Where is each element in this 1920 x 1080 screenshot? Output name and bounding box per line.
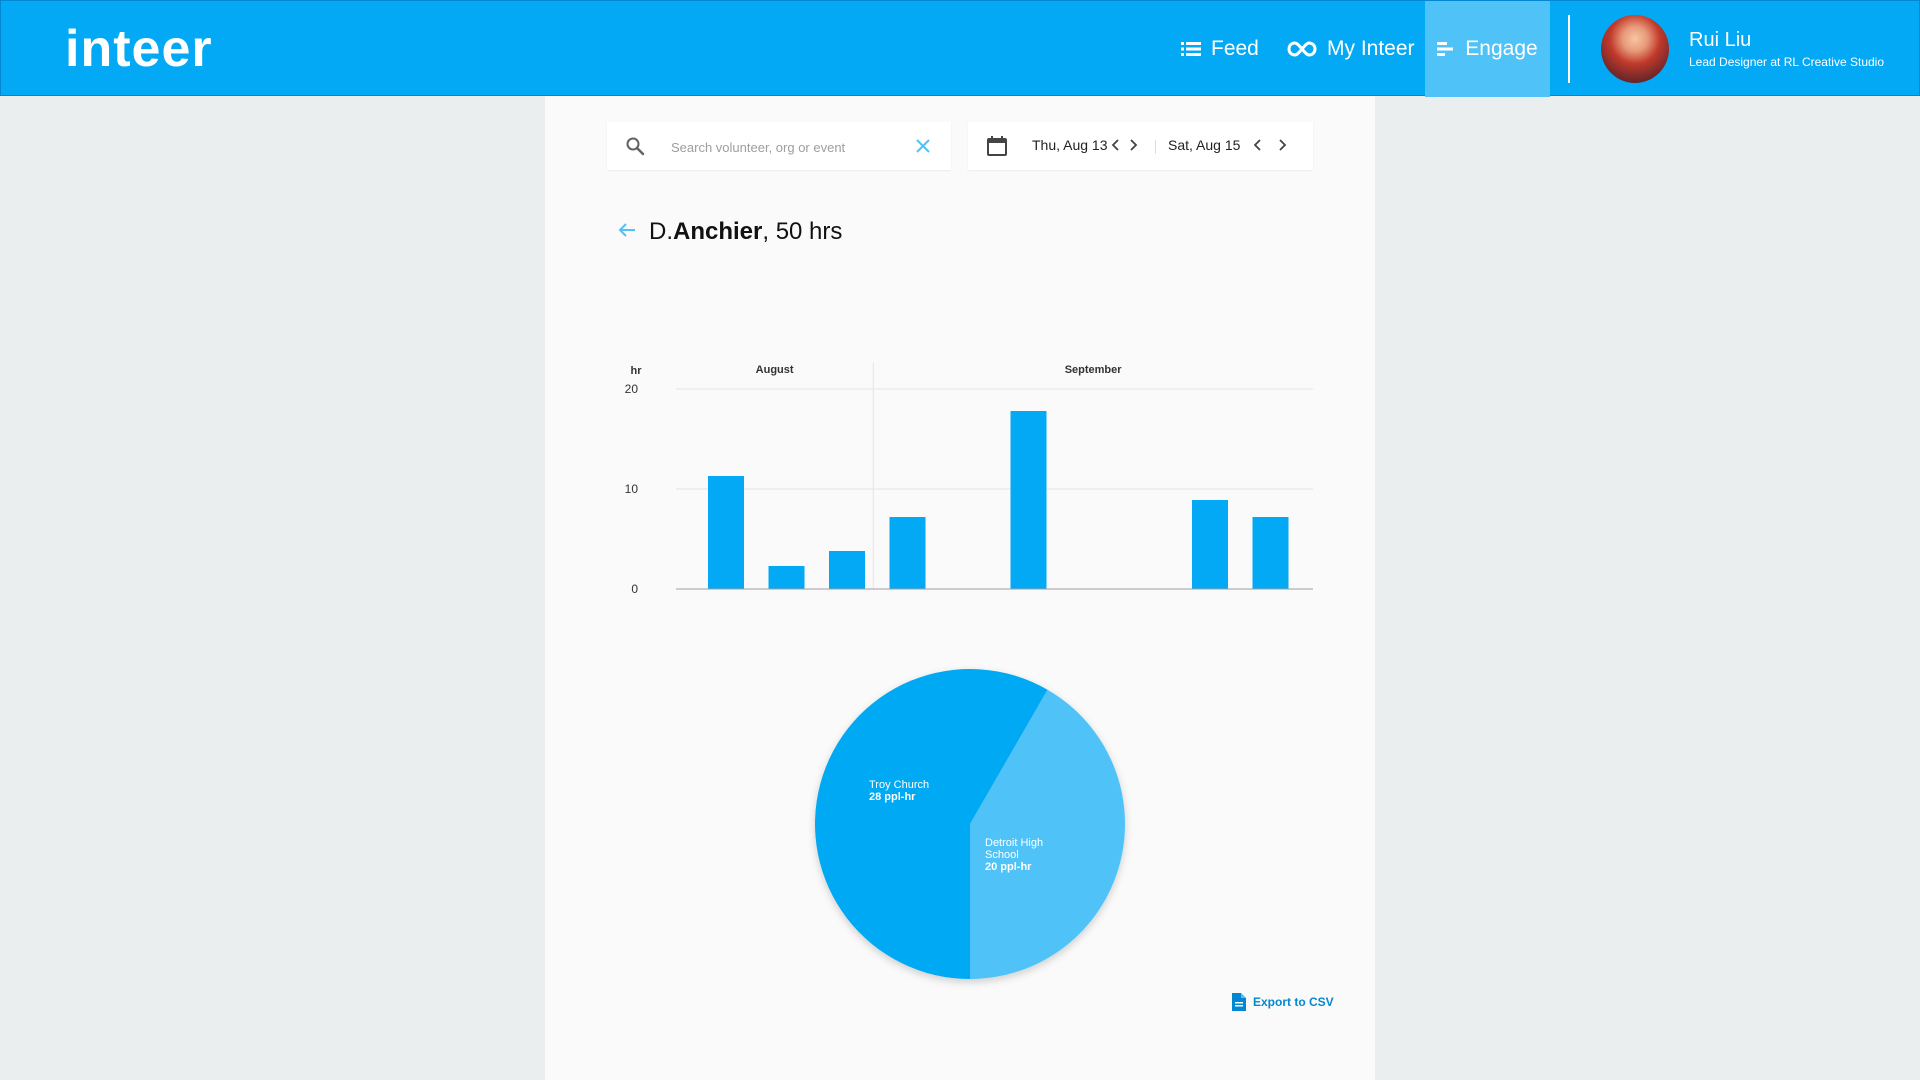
chevron-left-icon[interactable] (1252, 137, 1264, 153)
bars-icon (1437, 42, 1454, 56)
y-axis-label: hr (631, 365, 643, 377)
group-label: August (756, 364, 794, 376)
nav-feed-label: Feed (1211, 37, 1259, 60)
pie-value-label: 28 ppl-hr (869, 791, 916, 803)
y-tick-label: 0 (631, 582, 638, 596)
nav-my-inteer-label: My Inteer (1327, 37, 1415, 60)
document-icon (1232, 993, 1246, 1011)
date-range-picker: Thu, Aug 13 Sat, Aug 15 (968, 122, 1313, 170)
user-name[interactable]: Rui Liu (1689, 29, 1751, 52)
nav-feed[interactable]: Feed (1181, 1, 1259, 97)
nav-my-inteer[interactable]: My Inteer (1287, 1, 1415, 97)
page-title: D.Anchier, 50 hrs (649, 218, 842, 246)
user-title: Lead Designer at RL Creative Studio (1689, 55, 1884, 69)
pie-label: Detroit High (985, 837, 1043, 849)
export-csv-button[interactable]: Export to CSV (1231, 992, 1334, 1012)
pie-label: Troy Church (869, 779, 929, 791)
bar (1010, 411, 1047, 589)
nav-engage-label: Engage (1465, 37, 1538, 60)
nav-divider (1568, 15, 1570, 83)
chevron-right-icon[interactable] (1276, 137, 1288, 153)
calendar-icon[interactable] (986, 135, 1008, 157)
nav-engage[interactable]: Engage (1425, 1, 1550, 97)
pie-label: School (985, 849, 1019, 861)
list-icon (1181, 42, 1201, 56)
bar (829, 551, 865, 589)
y-tick-label: 20 (625, 382, 639, 396)
pie-value-label: 20 ppl-hr (985, 861, 1032, 873)
search-input[interactable] (669, 135, 893, 159)
chevron-left-icon[interactable] (1110, 137, 1122, 153)
export-csv-label: Export to CSV (1253, 995, 1334, 1009)
bar (1252, 517, 1289, 589)
app-logo[interactable]: inteer (65, 21, 213, 77)
bar (889, 517, 926, 589)
title-prefix: D. (649, 218, 673, 245)
chevron-right-icon[interactable] (1127, 137, 1139, 153)
search-box (607, 122, 951, 170)
title-name: Anchier (673, 218, 763, 245)
date-separator (1155, 140, 1156, 154)
end-date[interactable]: Sat, Aug 15 (1168, 137, 1240, 153)
avatar[interactable] (1601, 15, 1669, 83)
bar-chart: 01020hrAugustSeptemberGrowing HopeWall P… (625, 363, 1313, 596)
top-bar: inteer Feed My Inteer Engage Rui Liu Lea… (0, 0, 1920, 97)
bar (768, 566, 805, 589)
bar (708, 476, 744, 589)
pie-slices (814, 668, 1125, 979)
bar (1192, 500, 1228, 589)
infinity-icon (1287, 41, 1317, 57)
main-panel: Thu, Aug 13 Sat, Aug 15 D.Anchier, 50 hr… (545, 96, 1375, 1080)
title-suffix: , 50 hrs (762, 218, 843, 245)
close-icon[interactable] (915, 138, 931, 154)
pie-chart: Troy Church28 ppl-hr Detroit HighSchool20… (814, 668, 1125, 979)
start-date[interactable]: Thu, Aug 13 (1032, 137, 1108, 153)
back-arrow-icon[interactable] (617, 222, 637, 238)
y-tick-label: 10 (625, 482, 639, 496)
group-label: September (1065, 364, 1123, 376)
search-icon (626, 137, 645, 156)
